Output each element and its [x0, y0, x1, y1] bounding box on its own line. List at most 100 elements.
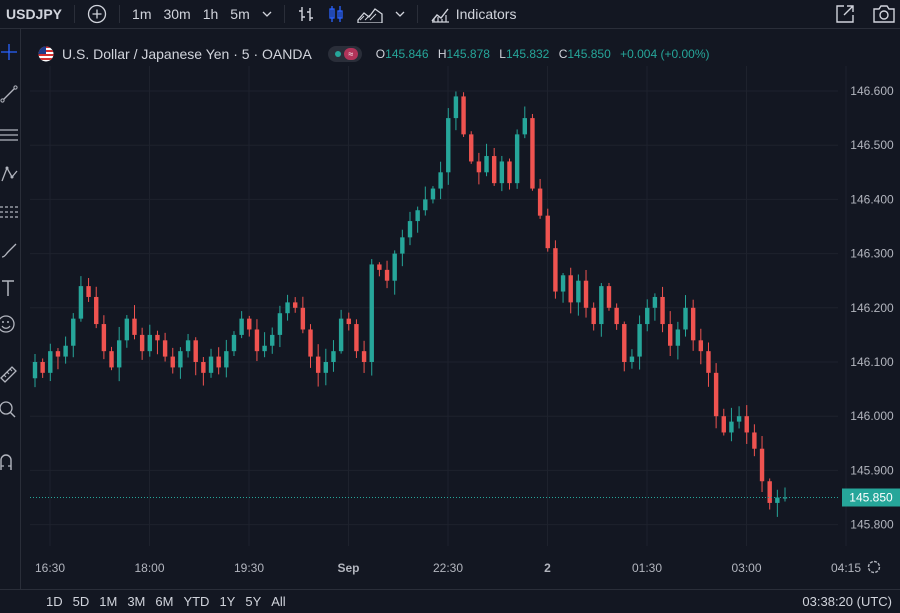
indicators-button[interactable]: Indicators	[424, 0, 523, 28]
range-1m-button[interactable]: 1M	[99, 594, 117, 609]
candle-body	[591, 307, 596, 325]
candle-body	[675, 329, 681, 346]
interval-dropdown-button[interactable]	[256, 0, 278, 28]
snapshot-button[interactable]	[834, 3, 856, 25]
candle-body	[614, 307, 619, 325]
camera-button[interactable]	[872, 3, 896, 25]
interval-30m-button[interactable]: 30m	[157, 0, 196, 28]
price-chart[interactable]: 146.600 146.500 146.400 146.300 146.200 146.1…	[0, 29, 900, 589]
range-ytd-button[interactable]: YTD	[183, 594, 209, 609]
range-1d-button[interactable]: 1D	[46, 594, 63, 609]
indicators-label: Indicators	[455, 6, 517, 22]
price-tick-label: 146.000	[850, 409, 894, 423]
range-5d-button[interactable]: 5D	[73, 594, 90, 609]
time-tick-label: 19:30	[234, 561, 264, 575]
candle-body	[744, 416, 749, 433]
bar-style-icon	[298, 7, 313, 21]
interval-1h-button[interactable]: 1h	[197, 0, 225, 28]
indicators-icon	[431, 8, 449, 23]
candle-body	[461, 96, 466, 135]
candle-body	[270, 334, 275, 346]
candle-body	[361, 351, 367, 362]
candle-body	[423, 199, 428, 211]
settings-button[interactable]	[867, 560, 881, 574]
candle-body	[139, 334, 145, 352]
area-chart-button[interactable]	[351, 0, 389, 28]
price-tick-label: 145.900	[850, 463, 894, 477]
divider	[74, 5, 76, 23]
candle-body	[415, 210, 420, 222]
candle-body	[637, 324, 642, 357]
candle-body	[147, 334, 152, 352]
candle-body	[499, 161, 505, 184]
candle-body	[116, 340, 122, 368]
time-tick-label: 22:30	[433, 561, 463, 575]
candle-body	[71, 318, 76, 346]
candle-body	[537, 188, 543, 216]
candle-body	[775, 497, 780, 503]
bar-style-button[interactable]	[291, 0, 321, 28]
candle-body	[484, 156, 489, 173]
candle-body	[629, 356, 635, 362]
chart-type-dropdown-button[interactable]	[389, 0, 411, 28]
candle-body	[369, 264, 374, 362]
price-tick-label: 146.500	[850, 138, 894, 152]
candle-body	[32, 362, 38, 379]
time-tick-label: Sep	[337, 561, 359, 575]
price-axis[interactable]: 146.600 146.500 146.400 146.300 146.200 146.1…	[850, 84, 894, 532]
candle-body	[132, 318, 137, 335]
candle-body	[698, 340, 704, 352]
time-axis[interactable]: 16:30 18:00 19:30 Sep 22:30 2 01:30 03:00 04:15	[35, 561, 861, 575]
candle-body	[101, 324, 107, 352]
interval-1m-button[interactable]: 1m	[126, 0, 157, 28]
candle-body	[568, 275, 573, 303]
range-5y-button[interactable]: 5Y	[245, 594, 261, 609]
candle-body	[759, 448, 765, 482]
candle-body	[193, 340, 198, 362]
time-tick-label: 18:00	[134, 561, 164, 575]
candle-body	[430, 188, 436, 200]
candle-body	[285, 302, 290, 314]
candle-body	[545, 215, 550, 249]
price-tick-label: 145.800	[850, 518, 894, 532]
symbol-search-button[interactable]: USDJPY	[0, 0, 68, 28]
settings-icon	[867, 560, 881, 574]
candle-body	[178, 351, 183, 368]
time-tick-label: 03:00	[731, 561, 761, 575]
candle-body	[446, 118, 451, 173]
candles-button[interactable]	[321, 0, 351, 28]
candle-body	[736, 416, 742, 422]
range-6m-button[interactable]: 6M	[155, 594, 173, 609]
candle-body	[599, 286, 604, 325]
candle-body	[331, 351, 336, 362]
candle-body	[216, 356, 221, 368]
candle-body	[338, 318, 344, 352]
interval-5m-button[interactable]: 5m	[224, 0, 255, 28]
divider	[119, 5, 121, 23]
candle-body	[323, 362, 329, 373]
candle-body	[300, 307, 306, 330]
candle-body	[767, 481, 772, 503]
candle-body	[706, 351, 711, 373]
candle-body	[346, 318, 351, 325]
compare-symbol-button[interactable]	[81, 0, 113, 28]
range-1y-button[interactable]: 1Y	[219, 594, 235, 609]
price-tick-label: 146.600	[850, 84, 894, 98]
candle-body	[476, 161, 482, 173]
candle-body	[491, 156, 497, 184]
candle-body	[78, 286, 84, 319]
candle-body	[407, 221, 413, 238]
candle-body	[254, 329, 260, 352]
range-3m-button[interactable]: 3M	[127, 594, 145, 609]
range-all-button[interactable]: All	[271, 594, 285, 609]
candle-body	[224, 351, 229, 368]
candle-body	[721, 416, 726, 433]
candle-body	[48, 351, 53, 373]
candle-body	[231, 334, 237, 352]
candle-body	[247, 318, 252, 330]
candle-body	[155, 334, 160, 341]
candle-body	[652, 296, 658, 308]
utc-clock[interactable]: 03:38:20 (UTC)	[802, 594, 892, 609]
last-price-label-text: 145.850	[849, 491, 893, 505]
chart-grid	[30, 66, 847, 546]
